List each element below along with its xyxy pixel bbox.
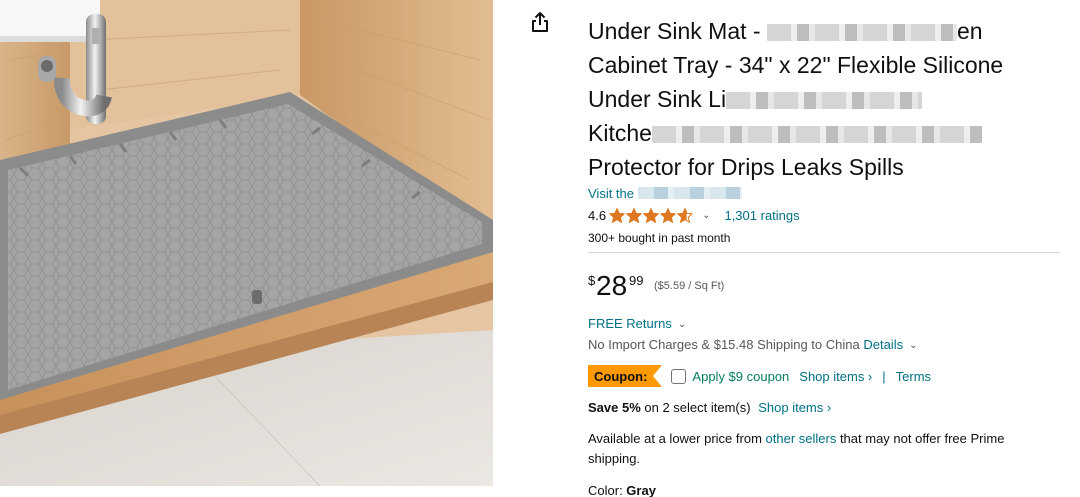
- free-returns-label: FREE Returns: [588, 316, 672, 331]
- color-value: Gray: [626, 483, 656, 497]
- star-icon: [643, 207, 660, 223]
- chevron-down-icon: ⌄: [677, 319, 687, 330]
- price-whole: 28: [596, 270, 628, 301]
- redacted-text: [766, 24, 957, 41]
- product-title-line: Under Sink Li: [588, 82, 1058, 116]
- rating-row: 4.6 ⌄ 1,301 ratings: [588, 206, 800, 224]
- redacted-text: [651, 126, 982, 143]
- price-per-unit: ($5.59 / Sq Ft): [654, 280, 725, 292]
- shipping-details-label: Details: [863, 337, 904, 352]
- color-label: Color:: [588, 483, 627, 497]
- ratings-count-link[interactable]: 1,301 ratings: [724, 208, 799, 223]
- save-percent: Save 5%: [588, 400, 641, 415]
- shipping-text: No Import Charges & $15.48 Shipping to C…: [588, 337, 860, 352]
- star-rating[interactable]: [609, 207, 694, 223]
- chevron-down-icon[interactable]: ⌄: [702, 210, 710, 221]
- other-sellers-notice: Available at a lower price from other se…: [588, 429, 1058, 469]
- product-title: Under Sink Mat - en Cabinet Tray - 34" x…: [588, 14, 1058, 184]
- coupon-terms-link[interactable]: Terms: [896, 369, 931, 384]
- coupon-separator: |: [882, 368, 886, 384]
- price-symbol: $: [588, 273, 596, 288]
- visit-store-label: Visit the: [588, 186, 635, 201]
- redacted-store-name: [637, 187, 742, 199]
- product-image[interactable]: [0, 0, 493, 486]
- other-sellers-link[interactable]: other sellers: [766, 431, 837, 446]
- product-title-line: Kitche: [588, 116, 1058, 150]
- save-shop-items-link[interactable]: Shop items ›: [758, 400, 831, 415]
- apply-coupon-label[interactable]: Apply $9 coupon: [692, 369, 789, 384]
- product-title-line: Under Sink Mat - en: [588, 14, 1058, 48]
- rating-value: 4.6: [588, 207, 607, 223]
- product-title-line: Cabinet Tray - 34" x 22" Flexible Silico…: [588, 52, 1004, 78]
- chevron-down-icon: ⌄: [909, 340, 918, 351]
- star-icon: [626, 207, 643, 223]
- share-icon: [532, 12, 548, 32]
- coupon-row: Coupon: Apply $9 coupon Shop items › | T…: [588, 364, 931, 388]
- save-text: on 2 select item(s): [640, 400, 751, 415]
- product-title-line: Protector for Drips Leaks Spills: [588, 154, 904, 180]
- color-selection: Color: Gray: [588, 483, 656, 497]
- star-icon: [609, 207, 626, 223]
- star-icon: [677, 207, 694, 223]
- free-returns-link[interactable]: FREE Returns ⌄: [588, 316, 686, 331]
- share-button[interactable]: [529, 11, 551, 33]
- divider: [588, 252, 1060, 253]
- product-title-text: Kitche: [588, 120, 652, 146]
- bought-count: 300+ bought in past month: [588, 231, 731, 245]
- redacted-text: [726, 92, 923, 109]
- coupon-shop-items-link[interactable]: Shop items ›: [799, 369, 872, 384]
- other-sellers-prefix: Available at a lower price from: [588, 431, 766, 446]
- coupon-checkbox[interactable]: [671, 368, 687, 384]
- product-title-text: Under Sink Mat -: [588, 18, 767, 44]
- star-icon: [660, 207, 677, 223]
- product-title-text: Under Sink Li: [588, 86, 727, 112]
- shipping-info: No Import Charges & $15.48 Shipping to C…: [588, 337, 917, 352]
- price-fraction: 99: [629, 273, 644, 288]
- visit-store-link[interactable]: Visit the: [588, 186, 742, 201]
- product-photo: [0, 0, 493, 486]
- product-title-text: en: [956, 18, 983, 44]
- save-offer: Save 5% on 2 select item(s) Shop items ›: [588, 400, 831, 415]
- coupon-badge: Coupon:: [588, 365, 663, 387]
- shipping-details-link[interactable]: Details ⌄: [863, 337, 917, 352]
